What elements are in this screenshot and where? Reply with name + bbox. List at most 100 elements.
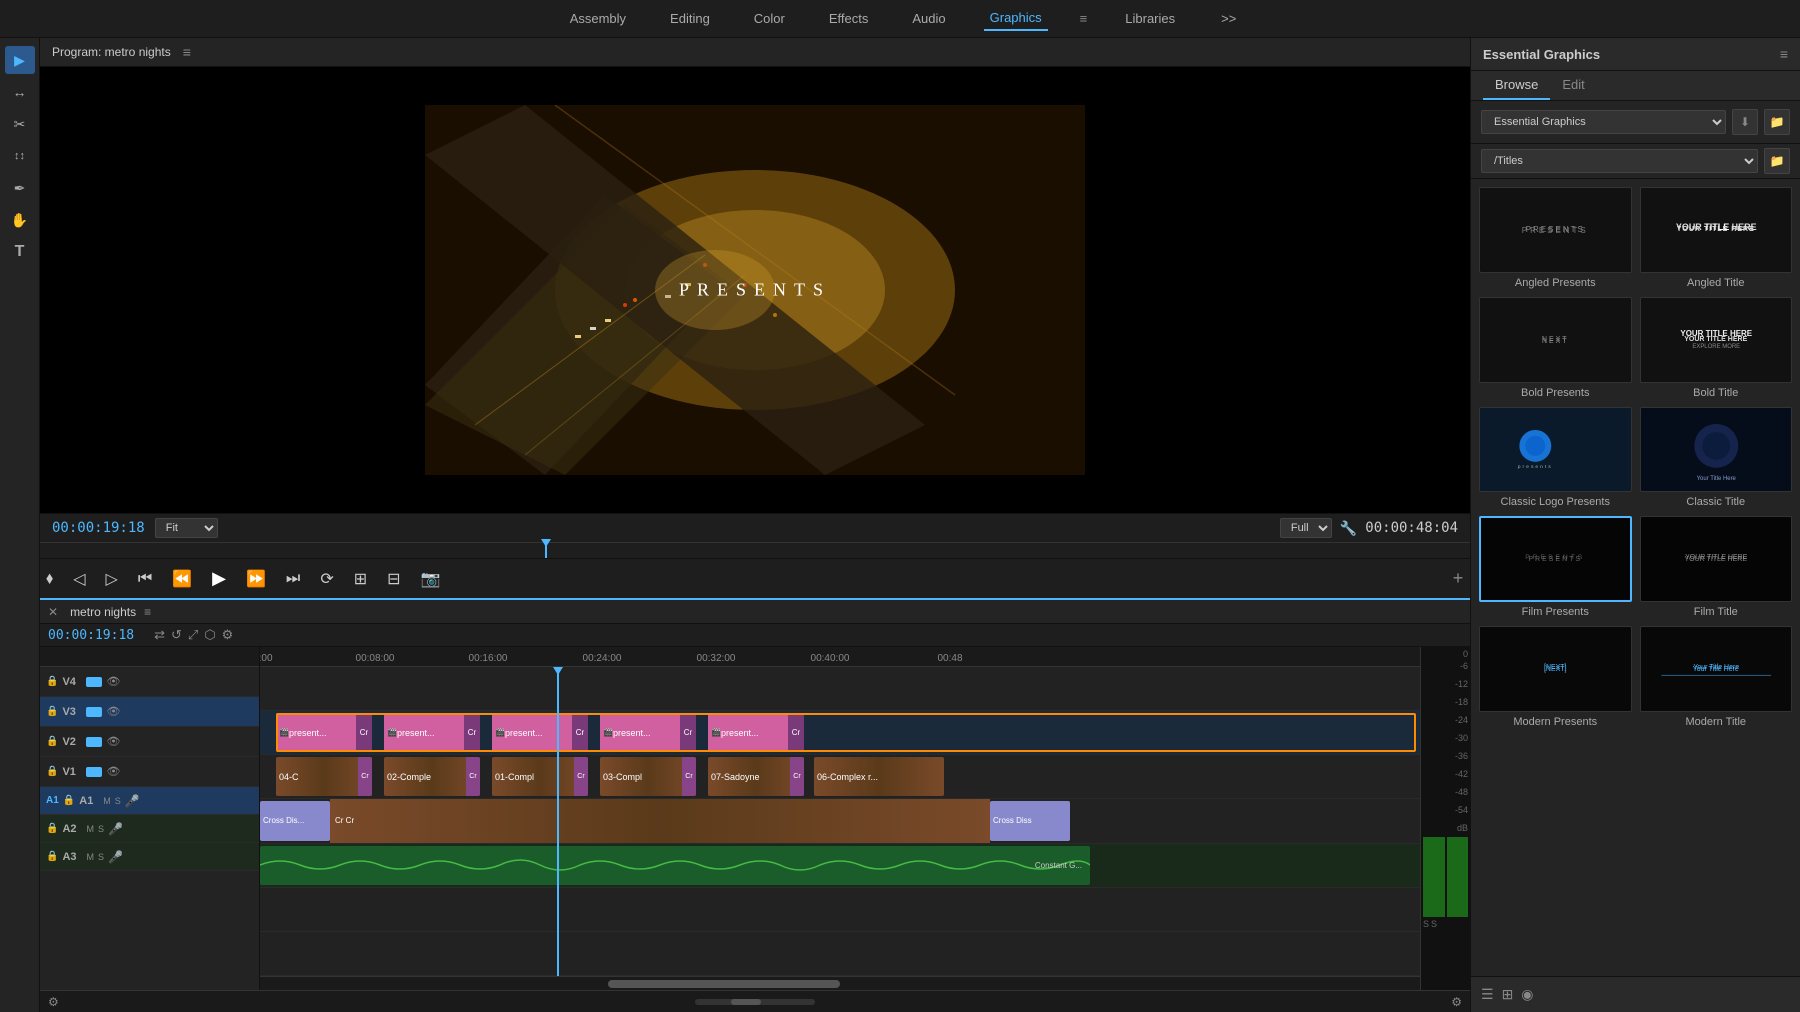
hand-tool-btn[interactable]: ✋ bbox=[5, 206, 35, 234]
panel-menu-icon[interactable]: ≡ bbox=[1780, 46, 1788, 62]
fit-dropdown[interactable]: Fit 25% 50% 100% bbox=[155, 518, 218, 538]
track-a2-lock[interactable]: 🔒 bbox=[46, 823, 58, 834]
track-select-tool-btn[interactable]: ↔ bbox=[5, 78, 35, 106]
template-classic-title[interactable]: Your Title Here Classic Title bbox=[1640, 407, 1793, 509]
track-a2-mic[interactable]: 🎤 bbox=[108, 822, 123, 836]
track-v2-eye[interactable]: 👁 bbox=[106, 735, 120, 748]
add-track-btn[interactable]: + bbox=[1446, 567, 1470, 591]
template-classic-logo-presents-thumb[interactable]: presents bbox=[1479, 407, 1632, 493]
track-a3-s[interactable]: S bbox=[98, 852, 104, 862]
timeline-close-btn[interactable]: ✕ bbox=[40, 605, 66, 619]
path-dropdown[interactable]: /Titles bbox=[1481, 149, 1758, 173]
template-angled-title-thumb[interactable]: YOUR TITLE HERE bbox=[1640, 187, 1793, 273]
template-classic-title-thumb[interactable]: Your Title Here bbox=[1640, 407, 1793, 493]
pen-tool-btn[interactable]: ✒ bbox=[5, 174, 35, 202]
template-modern-presents-thumb[interactable]: [NEXT] bbox=[1479, 626, 1632, 712]
template-film-title[interactable]: YOUR TITLE HERE Film Title bbox=[1640, 516, 1793, 618]
play-btn[interactable]: ▶ bbox=[206, 564, 232, 593]
v2-clip-4[interactable]: 03-Compl Cr bbox=[600, 757, 696, 796]
v1-video-clips[interactable]: Cr Cr bbox=[330, 799, 990, 842]
track-v4-toggle[interactable] bbox=[86, 677, 102, 687]
track-a1-lock[interactable]: 🔒 bbox=[63, 795, 75, 806]
v2-track-content[interactable]: 04-C Cr 02-Comple Cr 01-Compl Cr 03-Comp… bbox=[260, 755, 1420, 799]
a3-track-content[interactable] bbox=[260, 932, 1420, 976]
panel-tab-browse[interactable]: Browse bbox=[1483, 71, 1550, 100]
monitor-menu-icon[interactable]: ≡ bbox=[183, 44, 191, 60]
selection-tool-btn[interactable]: ▶ bbox=[5, 46, 35, 74]
export-frame-btn[interactable]: 📷 bbox=[415, 565, 447, 593]
timeline-end-btn[interactable]: ⚙ bbox=[1451, 995, 1462, 1009]
template-film-title-thumb[interactable]: YOUR TITLE HERE bbox=[1640, 516, 1793, 602]
template-modern-presents[interactable]: [NEXT] Modern Presents bbox=[1479, 626, 1632, 728]
track-v4-eye[interactable]: 👁 bbox=[106, 675, 120, 688]
track-v1-lock[interactable]: 🔒 bbox=[46, 766, 58, 777]
timeline-scroll-thumb[interactable] bbox=[608, 980, 840, 988]
template-angled-presents[interactable]: PRESENTS Angled Presents bbox=[1479, 187, 1632, 289]
v2-clip-2[interactable]: 02-Comple Cr bbox=[384, 757, 480, 796]
v1-cross-diss-1[interactable]: Cross Dis... bbox=[260, 801, 330, 840]
v4-track-content[interactable] bbox=[260, 667, 1420, 711]
nav-editing[interactable]: Editing bbox=[664, 7, 716, 30]
timeline-tool5[interactable]: ⚙ bbox=[222, 627, 234, 643]
install-motion-graphics-btn[interactable]: ⬇ bbox=[1732, 109, 1758, 135]
track-a2-s[interactable]: S bbox=[98, 824, 104, 834]
track-v4-lock[interactable]: 🔒 bbox=[46, 676, 58, 687]
timeline-tool3[interactable]: ⤢ bbox=[188, 627, 198, 643]
nav-more-btn[interactable]: >> bbox=[1221, 11, 1236, 26]
v3-clip-4[interactable]: 🎬 present... Cr bbox=[600, 713, 696, 752]
nav-audio[interactable]: Audio bbox=[906, 7, 951, 30]
nav-graphics[interactable]: Graphics bbox=[984, 6, 1048, 31]
track-v3-eye[interactable]: 👁 bbox=[106, 705, 120, 718]
track-v2-lock[interactable]: 🔒 bbox=[46, 736, 58, 747]
v2-clip-3[interactable]: 01-Compl Cr bbox=[492, 757, 588, 796]
timeline-time-display[interactable]: 00:00:19:18 bbox=[48, 628, 134, 643]
ripple-edit-tool-btn[interactable]: ✂ bbox=[5, 110, 35, 138]
template-modern-title-thumb[interactable]: Your Title Here bbox=[1640, 626, 1793, 712]
grid-view-icon[interactable]: ⊞ bbox=[1502, 986, 1514, 1003]
template-bold-presents[interactable]: NEXT Bold Presents bbox=[1479, 297, 1632, 399]
template-angled-title[interactable]: YOUR TITLE HERE Angled Title bbox=[1640, 187, 1793, 289]
track-v3-lock[interactable]: 🔒 bbox=[46, 706, 58, 717]
v2-clip-6[interactable]: 06-Complex r... bbox=[814, 757, 944, 796]
timeline-tool2[interactable]: ↺ bbox=[171, 627, 182, 643]
nav-libraries[interactable]: Libraries bbox=[1119, 7, 1181, 30]
track-v3-toggle[interactable] bbox=[86, 707, 102, 717]
track-a1-m[interactable]: M bbox=[103, 796, 111, 806]
loop-btn[interactable]: ⟳ bbox=[314, 565, 339, 593]
nav-color[interactable]: Color bbox=[748, 7, 791, 30]
template-film-presents[interactable]: PRESENTS Film Presents bbox=[1479, 516, 1632, 618]
mark-clip-btn[interactable]: ▷ bbox=[100, 565, 124, 593]
v3-clip-1[interactable]: 🎬 present... Cr bbox=[276, 713, 372, 752]
v2-clip-1[interactable]: 04-C Cr bbox=[276, 757, 372, 796]
v1-track-content[interactable]: Cross Dis... Cr Cr Cross Diss bbox=[260, 799, 1420, 843]
solo-icon[interactable]: ◉ bbox=[1521, 986, 1533, 1003]
timeline-settings-btn[interactable]: ⚙ bbox=[48, 995, 59, 1009]
template-modern-title[interactable]: Your Title Here Modern Title bbox=[1640, 626, 1793, 728]
timeline-tool1[interactable]: ⇄ bbox=[154, 627, 165, 643]
track-a1-mic[interactable]: 🎤 bbox=[125, 794, 140, 808]
track-v1-toggle[interactable] bbox=[86, 767, 102, 777]
track-a2-m[interactable]: M bbox=[86, 824, 94, 834]
track-a3-lock[interactable]: 🔒 bbox=[46, 851, 58, 862]
insert-btn[interactable]: ⊞ bbox=[348, 565, 373, 593]
v1-cross-diss-2[interactable]: Cross Diss bbox=[990, 801, 1070, 840]
v3-clip-5[interactable]: 🎬 present... Cr bbox=[708, 713, 804, 752]
quality-dropdown[interactable]: Full 1/2 1/4 bbox=[1280, 518, 1332, 538]
step-forward-btn[interactable]: ⏩ bbox=[240, 565, 272, 593]
track-v2-toggle[interactable] bbox=[86, 737, 102, 747]
step-back-btn[interactable]: ⏪ bbox=[166, 565, 198, 593]
overwrite-btn[interactable]: ⊟ bbox=[381, 565, 406, 593]
go-to-in-btn[interactable]: ⏮ bbox=[132, 566, 158, 592]
track-a3-mic[interactable]: 🎤 bbox=[108, 850, 123, 864]
template-bold-title-thumb[interactable]: YOUR TITLE HERE EXPLORE MORE bbox=[1640, 297, 1793, 383]
template-bold-presents-thumb[interactable]: NEXT bbox=[1479, 297, 1632, 383]
track-a3-m[interactable]: M bbox=[86, 852, 94, 862]
nav-assembly[interactable]: Assembly bbox=[564, 7, 632, 30]
nav-effects[interactable]: Effects bbox=[823, 7, 875, 30]
v3-clip-2[interactable]: 🎬 present... Cr bbox=[384, 713, 480, 752]
timeline-scrollbar[interactable] bbox=[260, 976, 1420, 990]
template-bold-title[interactable]: YOUR TITLE HERE EXPLORE MORE Bold Title bbox=[1640, 297, 1793, 399]
current-time-display[interactable]: 00:00:19:18 bbox=[52, 520, 145, 536]
mark-in-btn[interactable]: ⬧ bbox=[40, 566, 59, 592]
v3-track-content[interactable]: 🎬 present... Cr 🎬 present... Cr 🎬 presen… bbox=[260, 711, 1420, 755]
